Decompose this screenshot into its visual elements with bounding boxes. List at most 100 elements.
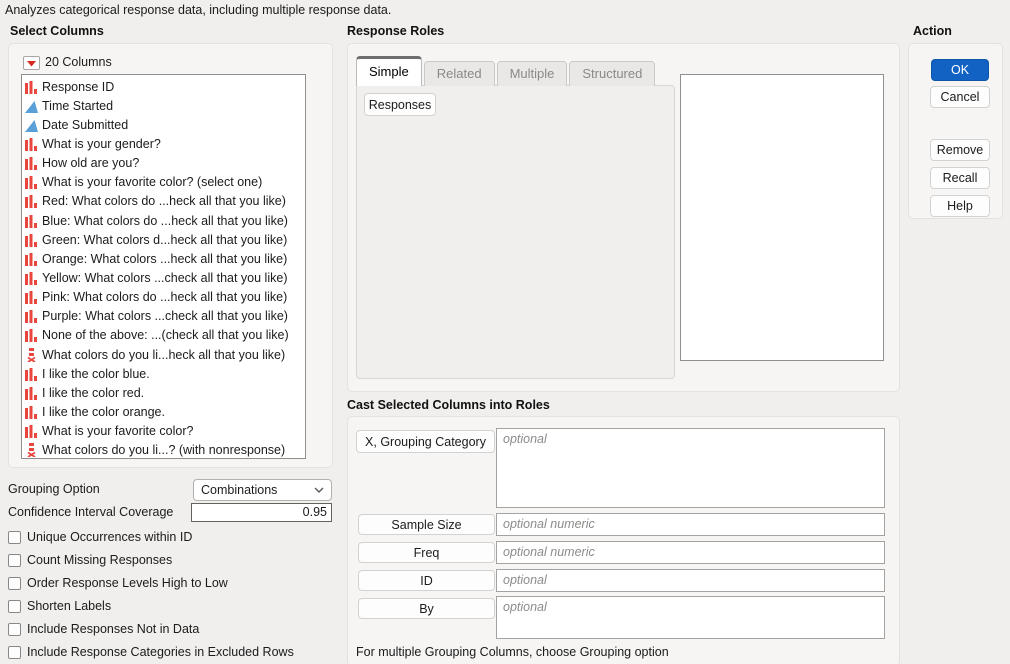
option-checkbox-row[interactable]: Include Responses Not in Data bbox=[8, 622, 199, 636]
column-list-item[interactable]: Green: What colors d...heck all that you… bbox=[24, 230, 305, 249]
by-placeholder: optional bbox=[503, 600, 547, 614]
column-list-item[interactable]: Date Submitted bbox=[24, 115, 305, 134]
option-checkbox-row[interactable]: Count Missing Responses bbox=[8, 553, 172, 567]
nominal-bars-icon bbox=[24, 80, 38, 94]
column-label: What is your gender? bbox=[42, 137, 161, 151]
freq-dropzone[interactable]: optional numeric bbox=[496, 541, 885, 564]
column-label: Green: What colors d...heck all that you… bbox=[42, 233, 287, 247]
grouping-option-select[interactable]: Combinations bbox=[193, 479, 332, 501]
option-checkbox-row[interactable]: Unique Occurrences within ID bbox=[8, 530, 192, 544]
tab-structured[interactable]: Structured bbox=[569, 61, 655, 86]
sample-size-placeholder: optional numeric bbox=[503, 517, 595, 531]
checkbox-unchecked-icon[interactable] bbox=[8, 646, 21, 659]
grouping-option-label: Grouping Option bbox=[8, 482, 100, 496]
response-roles-panel: SimpleRelatedMultipleStructured Response… bbox=[347, 43, 900, 392]
confidence-interval-field[interactable]: 0.95 bbox=[191, 503, 332, 522]
checkbox-label: Count Missing Responses bbox=[27, 553, 172, 567]
red-triangle-dropdown-icon[interactable] bbox=[23, 56, 40, 70]
column-list-item[interactable]: Response ID bbox=[24, 77, 305, 96]
column-list[interactable]: Response ID Time Started Date Submitted Wha… bbox=[21, 74, 306, 459]
column-list-item[interactable]: What colors do you li...heck all that yo… bbox=[24, 345, 305, 364]
checkbox-label: Order Response Levels High to Low bbox=[27, 576, 228, 590]
tab-simple[interactable]: Simple bbox=[356, 56, 422, 86]
column-list-item[interactable]: What is your favorite color? bbox=[24, 422, 305, 441]
checkbox-label: Shorten Labels bbox=[27, 599, 111, 613]
tab-related[interactable]: Related bbox=[424, 61, 495, 86]
confidence-interval-label: Confidence Interval Coverage bbox=[8, 505, 173, 519]
categorical-launch-dialog: Analyzes categorical response data, incl… bbox=[0, 0, 1010, 664]
column-list-item[interactable]: What colors do you li...? (with nonrespo… bbox=[24, 441, 305, 459]
column-label: Pink: What colors do ...heck all that yo… bbox=[42, 290, 287, 304]
recall-button[interactable]: Recall bbox=[930, 167, 990, 189]
tab-multiple[interactable]: Multiple bbox=[497, 61, 568, 86]
column-label: I like the color blue. bbox=[42, 367, 150, 381]
checkbox-unchecked-icon[interactable] bbox=[8, 531, 21, 544]
column-list-item[interactable]: Blue: What colors do ...heck all that yo… bbox=[24, 211, 305, 230]
select-columns-panel: 20 Columns Response IDTime StartedDate S… bbox=[8, 43, 333, 468]
column-list-item[interactable]: How old are you? bbox=[24, 154, 305, 173]
id-button[interactable]: ID bbox=[358, 570, 495, 591]
continuous-triangle-icon bbox=[24, 118, 38, 132]
id-placeholder: optional bbox=[503, 573, 547, 587]
response-roles-listbox[interactable] bbox=[680, 74, 884, 361]
column-label: What is your favorite color? (select one… bbox=[42, 175, 262, 189]
column-list-item[interactable]: I like the color orange. bbox=[24, 402, 305, 421]
remove-button[interactable]: Remove bbox=[930, 139, 990, 161]
checkbox-unchecked-icon[interactable] bbox=[8, 600, 21, 613]
column-list-item[interactable]: What is your favorite color? (select one… bbox=[24, 173, 305, 192]
column-list-item[interactable]: Orange: What colors ...heck all that you… bbox=[24, 249, 305, 268]
column-list-item[interactable]: Yellow: What colors ...check all that yo… bbox=[24, 268, 305, 287]
id-dropzone[interactable]: optional bbox=[496, 569, 885, 592]
checkbox-unchecked-icon[interactable] bbox=[8, 577, 21, 590]
option-checkbox-row[interactable]: Order Response Levels High to Low bbox=[8, 576, 228, 590]
column-label: Orange: What colors ...heck all that you… bbox=[42, 252, 287, 266]
column-label: What colors do you li...? (with nonrespo… bbox=[42, 443, 285, 457]
nominal-bars-icon bbox=[24, 252, 38, 266]
nominal-bars-icon bbox=[24, 386, 38, 400]
nominal-bars-icon bbox=[24, 156, 38, 170]
column-list-item[interactable]: None of the above: ...(check all that yo… bbox=[24, 326, 305, 345]
column-list-item[interactable]: Red: What colors do ...heck all that you… bbox=[24, 192, 305, 211]
sample-size-dropzone[interactable]: optional numeric bbox=[496, 513, 885, 536]
option-checkbox-row[interactable]: Include Response Categories in Excluded … bbox=[8, 645, 294, 659]
column-label: I like the color red. bbox=[42, 386, 144, 400]
x-grouping-category-button[interactable]: X, Grouping Category bbox=[356, 430, 495, 453]
multiple-response-icon bbox=[24, 443, 38, 457]
column-label: Yellow: What colors ...check all that yo… bbox=[42, 271, 287, 285]
by-dropzone[interactable]: optional bbox=[496, 596, 885, 639]
option-checkbox-row[interactable]: Shorten Labels bbox=[8, 599, 111, 613]
column-label: Purple: What colors ...check all that yo… bbox=[42, 309, 288, 323]
column-list-item[interactable]: I like the color blue. bbox=[24, 364, 305, 383]
column-list-item[interactable]: Purple: What colors ...check all that yo… bbox=[24, 307, 305, 326]
responses-button[interactable]: Responses bbox=[364, 93, 436, 116]
nominal-bars-icon bbox=[24, 328, 38, 342]
checkbox-label: Include Response Categories in Excluded … bbox=[27, 645, 294, 659]
checkbox-unchecked-icon[interactable] bbox=[8, 554, 21, 567]
column-label: What colors do you li...heck all that yo… bbox=[42, 348, 285, 362]
select-columns-title: Select Columns bbox=[10, 24, 104, 38]
cast-roles-title: Cast Selected Columns into Roles bbox=[347, 398, 550, 412]
help-button[interactable]: Help bbox=[930, 195, 990, 217]
sample-size-button[interactable]: Sample Size bbox=[358, 514, 495, 535]
cancel-button[interactable]: Cancel bbox=[930, 86, 990, 108]
column-label: Time Started bbox=[42, 99, 113, 113]
freq-button[interactable]: Freq bbox=[358, 542, 495, 563]
column-list-item[interactable]: Time Started bbox=[24, 96, 305, 115]
nominal-bars-icon bbox=[24, 137, 38, 151]
column-label: How old are you? bbox=[42, 156, 139, 170]
nominal-bars-icon bbox=[24, 194, 38, 208]
nominal-bars-icon bbox=[24, 309, 38, 323]
checkbox-unchecked-icon[interactable] bbox=[8, 623, 21, 636]
ok-button[interactable]: OK bbox=[931, 59, 989, 81]
column-label: I like the color orange. bbox=[42, 405, 165, 419]
x-grouping-category-dropzone[interactable]: optional bbox=[496, 428, 885, 508]
cast-roles-panel: X, Grouping Category optional Sample Siz… bbox=[347, 416, 900, 664]
checkbox-label: Unique Occurrences within ID bbox=[27, 530, 192, 544]
column-label: What is your favorite color? bbox=[42, 424, 193, 438]
column-list-item[interactable]: What is your gender? bbox=[24, 134, 305, 153]
column-list-item[interactable]: I like the color red. bbox=[24, 383, 305, 402]
nominal-bars-icon bbox=[24, 424, 38, 438]
column-label: Blue: What colors do ...heck all that yo… bbox=[42, 214, 288, 228]
column-list-item[interactable]: Pink: What colors do ...heck all that yo… bbox=[24, 288, 305, 307]
by-button[interactable]: By bbox=[358, 598, 495, 619]
